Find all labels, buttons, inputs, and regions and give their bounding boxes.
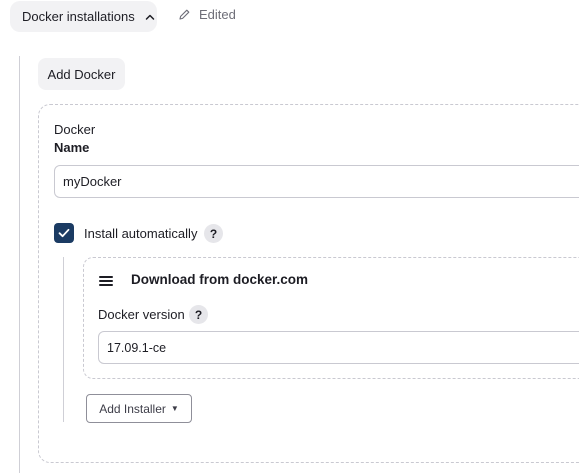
section-divider (19, 56, 20, 473)
add-installer-label: Add Installer (99, 401, 166, 416)
docker-version-label: Docker version (98, 307, 185, 322)
installer-divider (63, 257, 64, 422)
docker-version-input[interactable] (98, 331, 579, 364)
install-automatically-label: Install automatically (84, 226, 198, 241)
add-docker-button[interactable]: Add Docker (38, 58, 125, 90)
name-label: Name (54, 140, 90, 155)
docker-installations-toggle[interactable]: Docker installations (10, 1, 157, 32)
add-installer-button[interactable]: Add Installer ▼ (86, 394, 192, 423)
pencil-icon (179, 9, 190, 20)
edited-indicator: Edited (178, 7, 236, 22)
section-label: Docker installations (22, 9, 135, 24)
help-icon[interactable]: ? (189, 305, 208, 324)
caret-down-icon: ▼ (170, 404, 179, 413)
install-automatically-checkbox[interactable] (54, 223, 74, 243)
drag-handle-icon[interactable] (99, 276, 113, 286)
edited-label: Edited (199, 7, 236, 22)
help-icon[interactable]: ? (204, 224, 223, 243)
docker-section-title: Docker (54, 122, 96, 137)
check-icon (58, 228, 70, 238)
installer-title: Download from docker.com (131, 272, 309, 287)
name-input[interactable] (54, 165, 579, 198)
chevron-up-icon (145, 14, 154, 20)
